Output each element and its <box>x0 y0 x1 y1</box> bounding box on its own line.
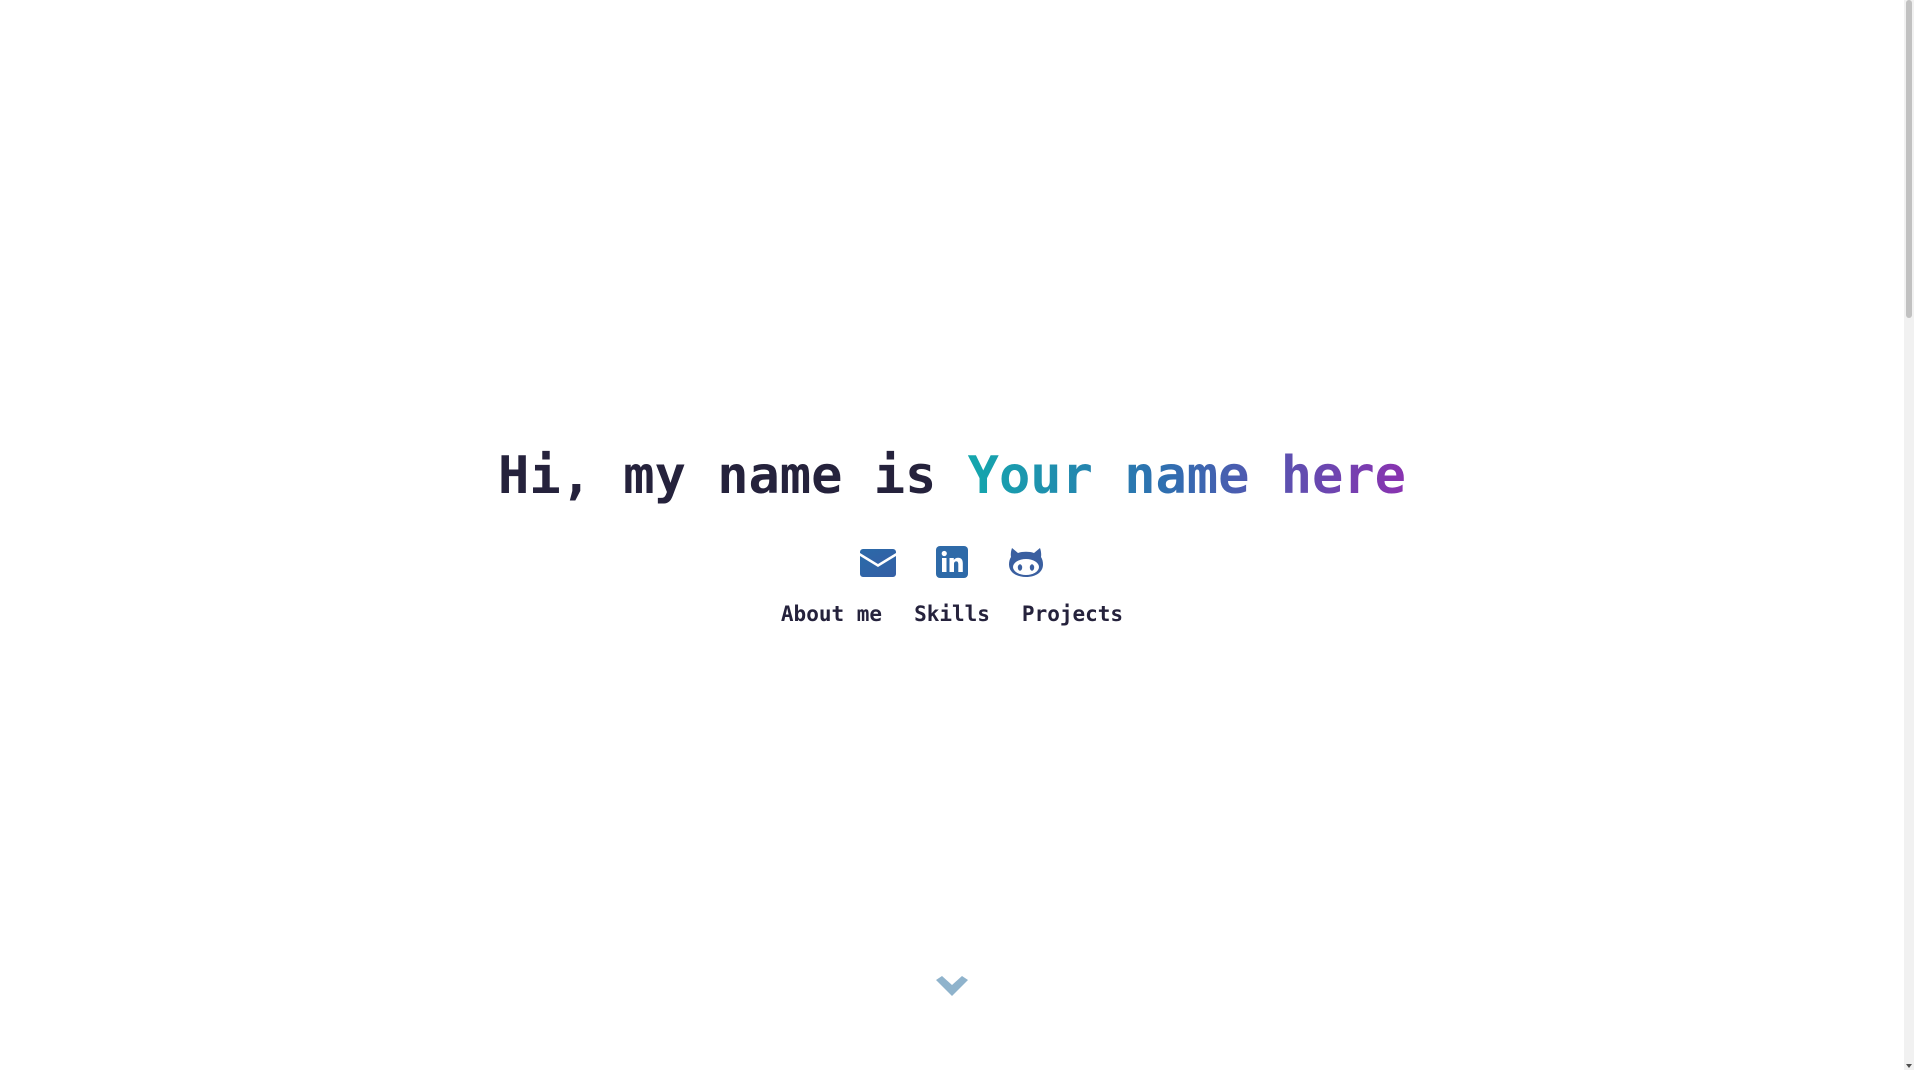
hero-section: Hi, my name is Your name here About me S… <box>0 440 1904 626</box>
chevron-down-icon[interactable] <box>934 974 970 1002</box>
page-title: Hi, my name is Your name here <box>0 440 1904 512</box>
social-links <box>0 544 1904 580</box>
nav-projects-link[interactable]: Projects <box>1022 602 1123 626</box>
github-icon[interactable] <box>1008 544 1044 580</box>
scroll-down-arrow-icon[interactable] <box>1906 1064 1912 1068</box>
page: Hi, my name is Your name here About me S… <box>0 0 1914 1070</box>
name-text: Your name here <box>967 446 1406 506</box>
nav-about-link[interactable]: About me <box>781 602 882 626</box>
vertical-scrollbar[interactable] <box>1904 0 1914 1070</box>
main-content: Hi, my name is Your name here About me S… <box>0 0 1904 1070</box>
greeting-text: Hi, my name is <box>498 446 937 506</box>
nav-skills-link[interactable]: Skills <box>914 602 990 626</box>
envelope-icon[interactable] <box>860 544 896 580</box>
main-nav: About me Skills Projects <box>0 602 1904 626</box>
linkedin-icon[interactable] <box>934 544 970 580</box>
scrollbar-thumb[interactable] <box>1906 0 1912 318</box>
